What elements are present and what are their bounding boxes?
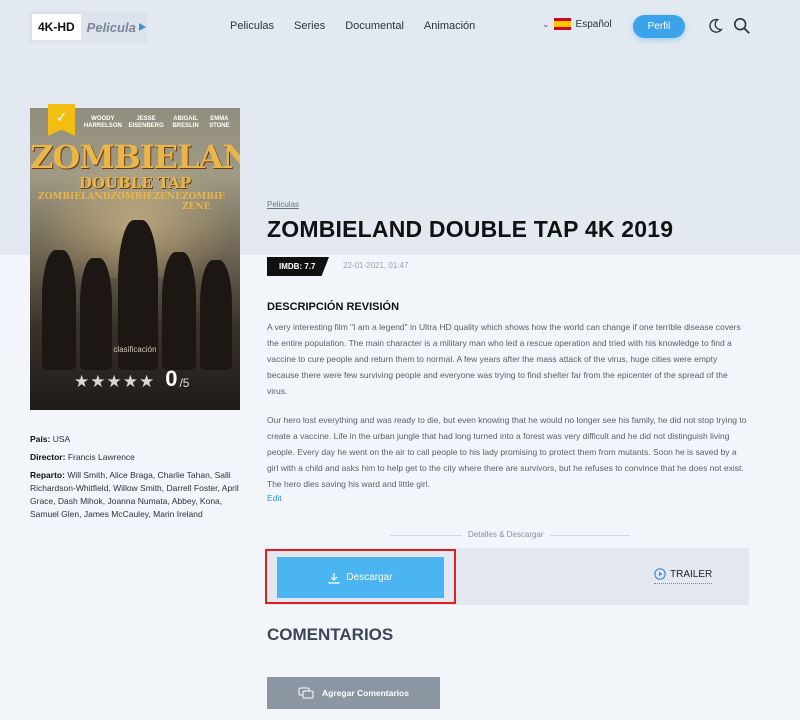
spain-flag-icon	[553, 18, 571, 30]
search-icon[interactable]	[733, 17, 751, 35]
director-row: Director: Francis Lawrence	[30, 451, 135, 464]
nav-peliculas[interactable]: Peliculas	[230, 20, 274, 32]
nav-series[interactable]: Series	[294, 20, 325, 32]
logo-badge: 4K-HD	[32, 14, 81, 40]
poster-subtitle: DOUBLE TAP	[78, 174, 192, 192]
poster-cast-names: WOODY HARRELSON JESSE EISENBERG ABIGAIL …	[80, 116, 234, 129]
breadcrumb[interactable]: Peliculas	[267, 200, 299, 209]
poster-intl-title: ZOMBIEZENE	[110, 192, 182, 202]
description-paragraph: Our hero lost everything and was ready t…	[267, 415, 747, 489]
poster-cast-name: WOODY HARRELSON	[83, 116, 122, 129]
rating-max: /5	[179, 376, 190, 390]
imdb-badge: IMDB: 7.7	[267, 257, 329, 276]
country-label: País:	[30, 434, 51, 444]
edit-link[interactable]: Edit	[267, 493, 282, 503]
language-label: Español	[575, 18, 612, 30]
description-paragraph: A very interesting film "I am a legend" …	[267, 322, 741, 396]
publish-date: 22-01-2021, 01:47	[343, 261, 409, 270]
download-highlight-box	[265, 549, 456, 604]
comments-heading: COMENTARIOS	[267, 625, 394, 644]
section-divider-label: Detalles & Descargar	[462, 530, 550, 539]
poster-cast-name: EMMA STONE	[209, 116, 230, 129]
site-logo[interactable]: 4K-HD Pelicula	[29, 11, 147, 43]
main-nav: Peliculas Series Documental Animación	[230, 20, 495, 32]
rating-label: clasificación	[113, 345, 157, 354]
movie-poster: WOODY HARRELSON JESSE EISENBERG ABIGAIL …	[30, 108, 240, 410]
add-comment-label: Agregar Comentarios	[322, 688, 409, 698]
moon-icon[interactable]	[706, 17, 724, 35]
trailer-label: TRAILER	[670, 568, 713, 580]
profile-button[interactable]: Perfil	[633, 15, 685, 38]
rating-score: 0	[165, 366, 178, 391]
logo-text: Pelicula	[86, 19, 136, 35]
description-heading: DESCRIPCIÓN REVISIÓN	[267, 301, 400, 313]
play-circle-icon	[654, 568, 666, 580]
director-label: Director:	[30, 452, 66, 462]
poster-title: ZOMBIELAND	[30, 138, 240, 176]
country-value: USA	[52, 434, 71, 444]
play-icon	[138, 23, 146, 31]
country-row: País: USA	[30, 433, 70, 446]
poster-intl-title: ZOMBIE ZENE	[181, 192, 226, 212]
chevron-down-icon: ⌄	[542, 18, 550, 29]
site-header: 4K-HD Pelicula Peliculas Series Document…	[0, 0, 800, 52]
rating-widget: ★★★★★ 0 /5	[74, 366, 190, 391]
nav-documental[interactable]: Documental	[345, 20, 404, 32]
rating-stars[interactable]: ★★★★★	[74, 373, 155, 390]
poster-intl-titles: ZOMBIELAND ZOMBIEZENE ZOMBIE ZENE	[38, 192, 232, 212]
director-value: Francis Lawrence	[67, 452, 135, 462]
poster-cast-name: ABIGAIL BRESLIN	[172, 116, 199, 129]
poster-intl-title: ZOMBIELAND	[38, 192, 111, 202]
trailer-button[interactable]: TRAILER	[654, 568, 713, 584]
page-title: ZOMBIELAND DOUBLE TAP 4K 2019	[267, 216, 674, 242]
poster-cast-name: JESSE EISENBERG	[128, 116, 164, 129]
cast-row: Reparto: Will Smith, Alice Braga, Charli…	[30, 469, 242, 521]
nav-animacion[interactable]: Animación	[424, 20, 475, 32]
comment-icon	[298, 687, 314, 698]
cast-label: Reparto:	[30, 470, 65, 480]
add-comment-button[interactable]: Agregar Comentarios	[267, 677, 440, 709]
language-selector[interactable]: ⌄ Español	[542, 18, 612, 30]
